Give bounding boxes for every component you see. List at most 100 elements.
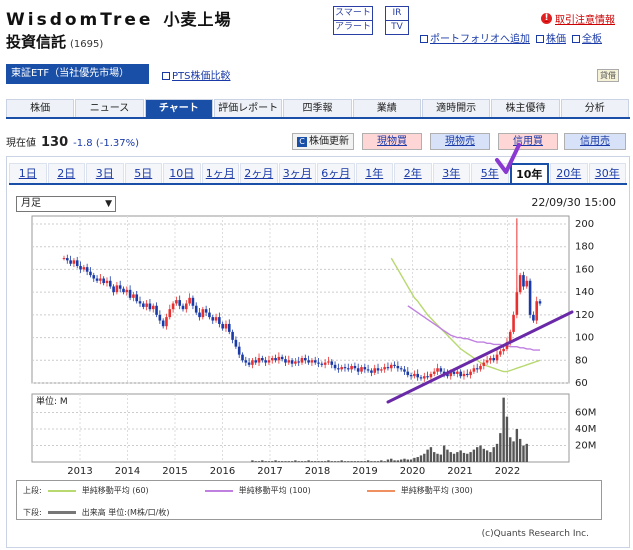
volume-bar (376, 461, 380, 462)
volume-bar (489, 452, 492, 462)
candle-body (353, 365, 357, 369)
legend-lower-label: 下段: (23, 508, 42, 517)
candle-body (188, 297, 191, 304)
candle-body (257, 358, 261, 363)
candle-body (69, 260, 72, 264)
volume-bar (413, 457, 416, 462)
volume-bar (264, 461, 267, 462)
candle-body (277, 356, 281, 361)
volume-bar (403, 458, 406, 462)
candle-body (138, 301, 142, 304)
volume-bar (456, 452, 459, 462)
volume-bar (466, 453, 469, 462)
candle-body (247, 362, 251, 365)
candle-body (502, 348, 505, 352)
candle-body (72, 260, 76, 264)
year-tick-label: 2016 (210, 466, 235, 477)
candle-body (85, 267, 89, 272)
candle-body (171, 303, 175, 310)
volume-bar (462, 452, 466, 462)
volume-bar (509, 437, 512, 462)
candle-body (102, 278, 105, 284)
volume-bar (350, 461, 353, 462)
candle-body (204, 309, 208, 313)
volume-bar (472, 449, 476, 462)
volume-tick-label: 40M (575, 424, 596, 435)
candle-body (452, 371, 456, 374)
candle-body (403, 369, 406, 372)
candle-body (333, 364, 337, 369)
year-tick-label: 2017 (257, 466, 282, 477)
price-tick-label: 180 (575, 242, 594, 253)
candle-body (360, 367, 363, 372)
candle-body (201, 309, 205, 318)
volume-bar (294, 460, 297, 462)
price-tick-label: 100 (575, 333, 594, 344)
candle-body (383, 367, 386, 370)
candle-body (475, 368, 479, 370)
candle-body (108, 280, 112, 287)
candle-body (396, 365, 400, 369)
candle-body (432, 371, 436, 374)
candle-body (181, 305, 185, 310)
volume-bar (284, 461, 287, 462)
volume-bar (280, 461, 284, 462)
candle-body (310, 360, 314, 363)
candle-body (399, 368, 403, 370)
candle-body (95, 278, 99, 281)
candle-body (165, 317, 168, 327)
volume-bar (267, 461, 271, 462)
candle-body (115, 285, 119, 293)
candle-body (178, 300, 181, 306)
candle-body (472, 368, 476, 372)
volume-bar (525, 443, 528, 462)
candle-body (356, 368, 360, 372)
candle-body (525, 280, 529, 287)
year-tick-label: 2018 (305, 466, 330, 477)
volume-bar (469, 452, 472, 462)
volume-bar (373, 461, 376, 462)
candle-body (304, 358, 307, 361)
candle-body (459, 371, 462, 377)
candle-body (198, 312, 201, 318)
candle-body (224, 323, 228, 329)
candle-body (376, 368, 380, 371)
candle-body (436, 368, 439, 372)
candle-body (251, 360, 254, 365)
volume-bar (396, 460, 400, 462)
candle-body (227, 323, 231, 332)
candle-body (208, 312, 211, 318)
candle-body (112, 286, 115, 293)
volume-bar (429, 447, 433, 462)
legend-ma60-label: 単純移動平均 (60) (81, 486, 149, 495)
chart-legend: 上段: 単純移動平均 (60) 単純移動平均 (100) 単純移動平均 (300… (16, 480, 602, 520)
volume-bar (307, 460, 310, 462)
volume-bar (485, 450, 489, 462)
candle-body (479, 365, 482, 370)
price-plot-area (31, 215, 570, 384)
candle-body (317, 362, 320, 364)
volume-bar (423, 453, 426, 462)
candle-body (389, 364, 393, 369)
candle-body (406, 371, 410, 376)
candle-body (307, 360, 310, 363)
volume-bar (390, 458, 393, 462)
volume-bar (347, 461, 350, 462)
volume-bar (446, 449, 449, 462)
candle-body (294, 361, 297, 364)
volume-bar (416, 457, 419, 462)
candle-body (330, 361, 334, 365)
candle-body (380, 369, 383, 371)
candle-body (290, 360, 294, 364)
candle-body (416, 373, 419, 378)
candle-body (267, 360, 271, 363)
volume-bar (499, 433, 502, 462)
candle-body (528, 280, 532, 315)
candle-body (393, 364, 396, 366)
candle-body (320, 363, 324, 365)
volume-bar (254, 461, 257, 462)
volume-bar (297, 461, 300, 462)
volume-bar (459, 450, 462, 462)
price-tick-label: 60 (575, 378, 588, 389)
volume-bar (261, 460, 264, 462)
